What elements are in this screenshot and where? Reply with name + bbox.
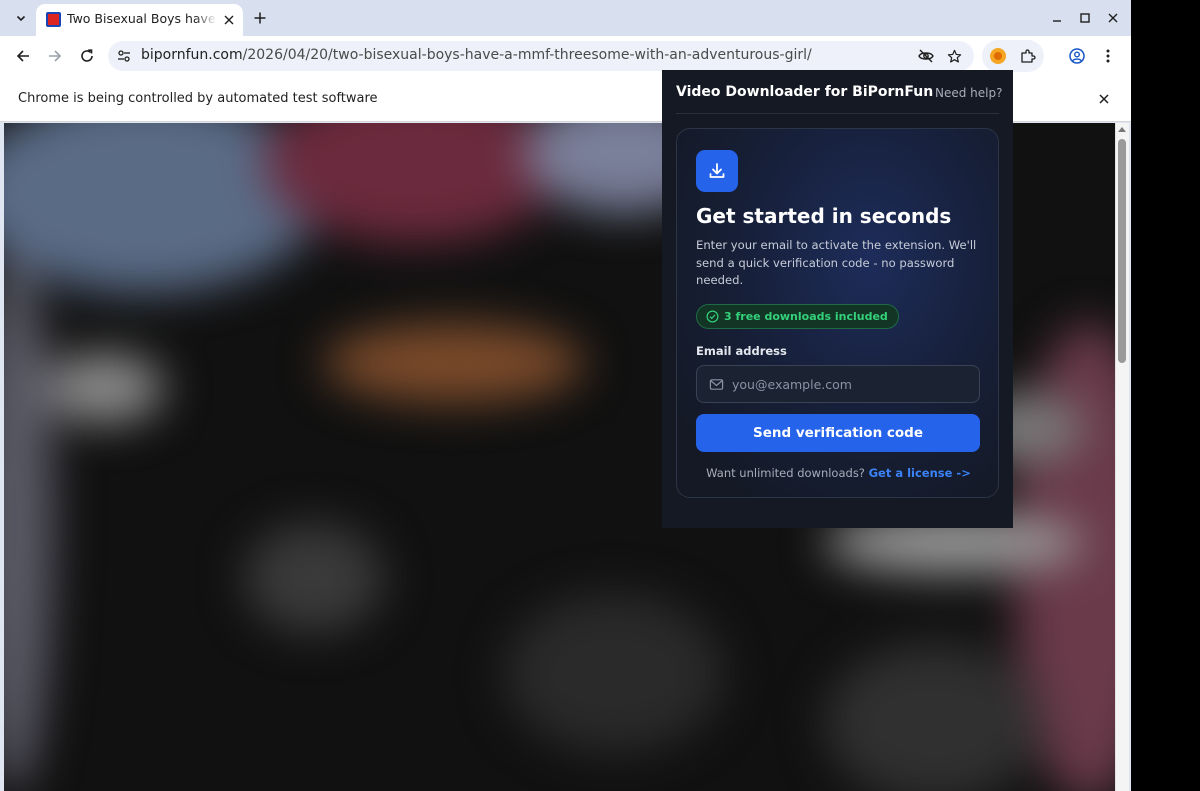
extensions-group: [982, 40, 1044, 72]
eye-off-icon: [918, 49, 934, 63]
close-window-button[interactable]: [1103, 8, 1123, 28]
bookmark-button[interactable]: [942, 44, 966, 68]
extensions-button[interactable]: [1016, 44, 1040, 68]
signup-card: Get started in seconds Enter your email …: [676, 128, 999, 498]
maximize-icon: [1080, 13, 1090, 23]
tab-close-button[interactable]: [220, 11, 238, 29]
email-field-wrapper: [696, 365, 980, 403]
puzzle-icon: [1021, 49, 1036, 63]
minimize-icon: [1053, 20, 1061, 22]
reload-icon: [81, 49, 93, 62]
site-info-button[interactable]: [115, 47, 133, 65]
tracking-protection-button[interactable]: [914, 44, 938, 68]
close-icon: [1099, 94, 1109, 104]
license-prompt: Want unlimited downloads? Get a license …: [677, 466, 998, 480]
url-text: bipornfun.com/2026/04/20/two-bisexual-bo…: [141, 47, 812, 63]
email-input[interactable]: [732, 366, 972, 402]
card-description: Enter your email to activate the extensi…: [696, 238, 977, 287]
star-icon: [947, 49, 961, 63]
tab-search-button[interactable]: [9, 7, 33, 29]
badge-text: 3 free downloads included: [724, 310, 888, 323]
extension-badge-icon: [990, 48, 1006, 64]
video-downloader-extension-button[interactable]: [986, 44, 1010, 68]
maximize-button[interactable]: [1075, 8, 1095, 28]
close-icon: [1108, 13, 1118, 23]
extension-popup: Video Downloader for BiPornFun Need help…: [662, 70, 1013, 528]
forward-button[interactable]: [43, 44, 67, 68]
help-link[interactable]: Need help?: [935, 86, 1002, 100]
plus-icon: [254, 12, 266, 24]
email-label: Email address: [696, 344, 787, 358]
download-icon: [709, 163, 725, 178]
site-favicon-icon: [46, 12, 61, 27]
browser-menu-button[interactable]: [1096, 44, 1120, 68]
tune-icon: [118, 50, 130, 62]
minimize-button[interactable]: [1047, 8, 1067, 28]
card-heading: Get started in seconds: [696, 204, 952, 228]
kebab-menu-icon: [1106, 49, 1110, 63]
arrow-left-icon: [16, 50, 29, 62]
download-badge: [696, 150, 738, 192]
new-tab-button[interactable]: [250, 8, 270, 28]
send-verification-code-button[interactable]: Send verification code: [696, 414, 980, 452]
url-path: /2026/04/20/two-bisexual-boys-have-a-mmf…: [242, 47, 812, 63]
mail-icon: [709, 379, 724, 390]
url-host: bipornfun.com: [141, 47, 243, 63]
infobar-message: Chrome is being controlled by automated …: [18, 91, 378, 106]
close-icon: [224, 15, 234, 25]
scrollbar-thumb[interactable]: [1118, 139, 1126, 363]
arrow-right-icon: [49, 50, 62, 62]
scroll-up-arrow-icon[interactable]: [1118, 127, 1126, 132]
tab-title: Two Bisexual Boys have a MMF Threesome w…: [67, 11, 217, 26]
popup-title: Video Downloader for BiPornFun: [676, 84, 934, 100]
back-button[interactable]: [11, 44, 35, 68]
profile-icon: [1069, 48, 1085, 64]
tab-active[interactable]: Two Bisexual Boys have a MMF Threesome w…: [36, 4, 243, 36]
license-prompt-text: Want unlimited downloads?: [706, 466, 865, 480]
infobar-close-button[interactable]: [1094, 89, 1114, 109]
profile-button[interactable]: [1065, 44, 1089, 68]
desktop-background: [1131, 0, 1200, 791]
chevron-down-icon: [16, 15, 26, 22]
free-downloads-badge: 3 free downloads included: [696, 304, 899, 329]
check-circle-icon: [706, 310, 719, 323]
tab-strip: Two Bisexual Boys have a MMF Threesome w…: [0, 0, 1131, 36]
reload-button[interactable]: [75, 44, 99, 68]
get-license-link[interactable]: Get a license ->: [869, 466, 971, 480]
address-bar[interactable]: bipornfun.com/2026/04/20/two-bisexual-bo…: [108, 41, 974, 71]
popup-divider: [676, 113, 999, 114]
browser-window: Two Bisexual Boys have a MMF Threesome w…: [0, 0, 1131, 791]
